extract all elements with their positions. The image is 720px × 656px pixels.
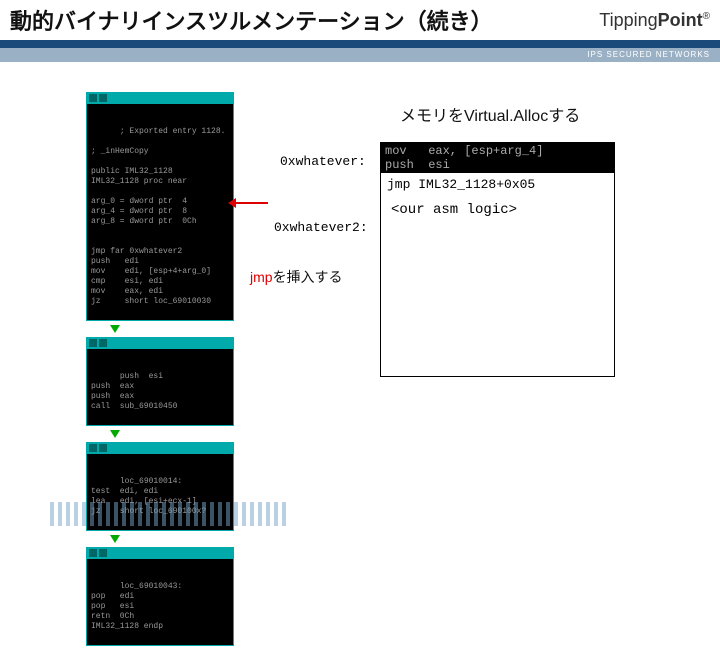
window-icon — [99, 549, 107, 557]
logo-light: Tipping — [599, 10, 657, 30]
ida-block-1: ; Exported entry 1128. ; _inHemCopy publ… — [86, 92, 234, 321]
window-icon — [89, 549, 97, 557]
ida-titlebar — [87, 442, 233, 454]
valloc-label: メモリをVirtual.Allocする — [400, 102, 580, 126]
jmp-line: jmp IML32_1128+0x05 — [381, 173, 614, 196]
window-icon — [89, 444, 97, 452]
flow-arrow-icon — [110, 430, 120, 438]
ida-block-2: push esi push eax push eax call sub_6901… — [86, 337, 234, 426]
jmp-red: jmp — [250, 269, 273, 285]
ida-titlebar — [87, 92, 233, 104]
window-icon — [89, 339, 97, 347]
mem-line-2: push esi — [385, 158, 450, 172]
ida-column: ; Exported entry 1128. ; _inHemCopy publ… — [86, 92, 234, 656]
footer-dots-decoration — [50, 502, 290, 526]
jmp-suffix: を挿入する — [273, 269, 343, 285]
logo-reg: ® — [703, 11, 710, 22]
diagram-stage: ; Exported entry 1128. ; _inHemCopy publ… — [0, 62, 720, 532]
addr-label-1: 0xwhatever: — [280, 154, 366, 169]
window-icon — [99, 94, 107, 102]
window-icon — [99, 444, 107, 452]
ida-titlebar — [87, 547, 233, 559]
window-icon — [99, 339, 107, 347]
memory-box: mov eax, [esp+arg_4] push esi jmp IML32_… — [380, 142, 615, 377]
window-icon — [89, 94, 97, 102]
jmp-insert-label: jmpを挿入する — [250, 267, 343, 287]
flow-arrow-icon — [110, 535, 120, 543]
logo-bold: Point — [658, 10, 703, 30]
page-title: 動的バイナリインスツルメンテーション（続き） — [10, 4, 599, 36]
brand-logo: TippingPoint® — [599, 10, 710, 31]
ida-code-1: ; Exported entry 1128. ; _inHemCopy publ… — [91, 127, 225, 306]
sub-bar: IPS SECURED NETWORKS — [0, 48, 720, 62]
ida-block-4: loc_69010043: pop edi pop esi retn 0Ch I… — [86, 547, 234, 646]
ida-code-2: push esi push eax push eax call sub_6901… — [91, 372, 177, 411]
jmp-arrow-icon — [236, 202, 268, 204]
flow-arrow-icon — [110, 325, 120, 333]
memory-head: mov eax, [esp+arg_4] push esi — [381, 143, 614, 173]
ida-code-4: loc_69010043: pop edi pop esi retn 0Ch I… — [91, 582, 182, 631]
addr-label-2: 0xwhatever2: — [274, 220, 368, 235]
our-logic-line: <our asm logic> — [381, 196, 614, 224]
ida-titlebar — [87, 337, 233, 349]
mem-line-1: mov eax, [esp+arg_4] — [385, 144, 543, 158]
